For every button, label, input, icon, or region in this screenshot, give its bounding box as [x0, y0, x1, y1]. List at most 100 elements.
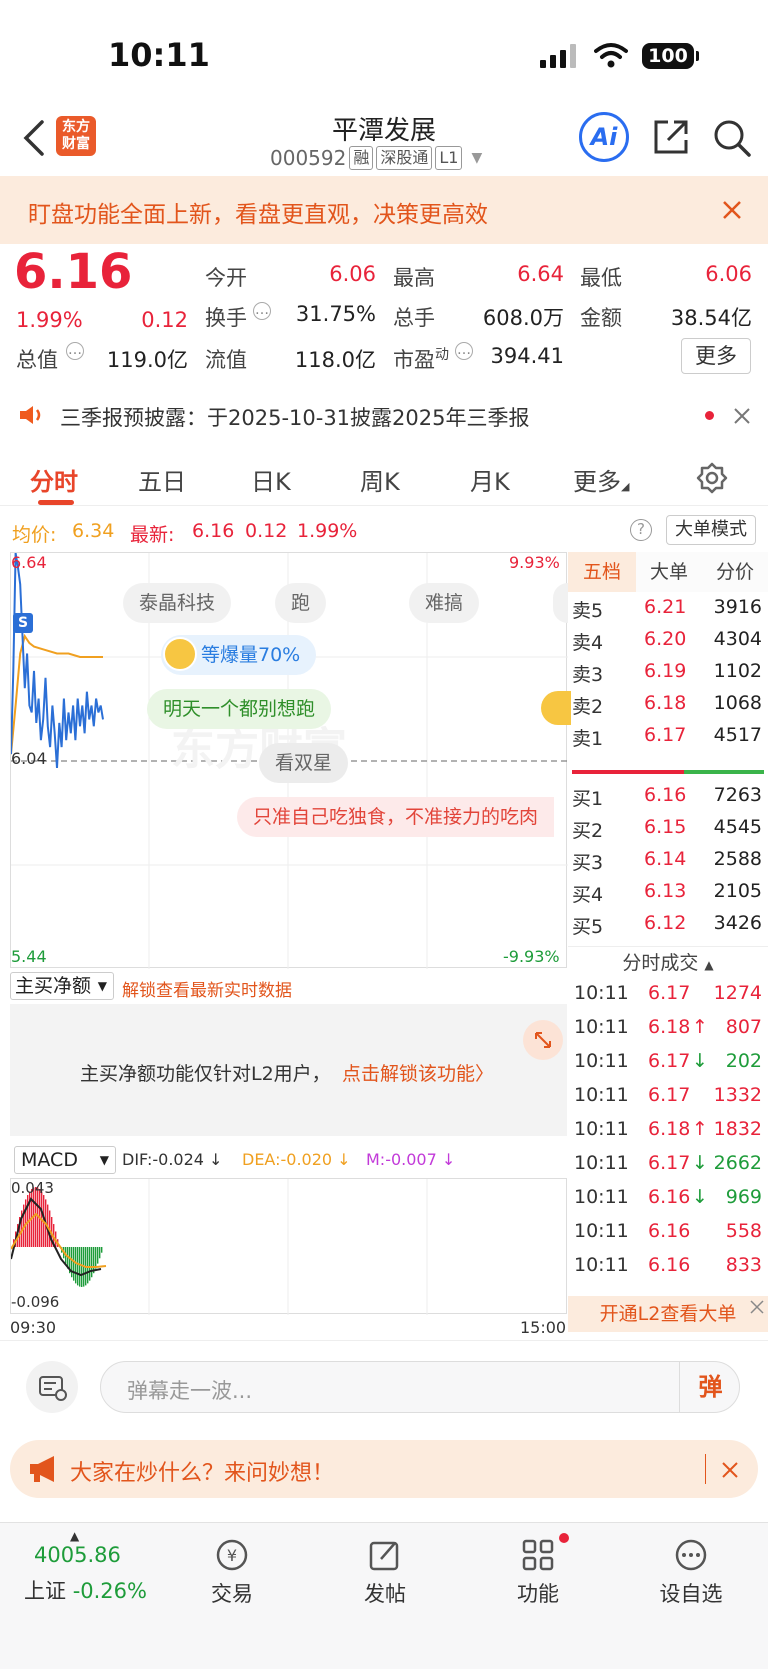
pe-value: 394.41 [490, 344, 564, 368]
bid-ratio-bar [684, 770, 764, 774]
help-icon[interactable]: ? [630, 519, 652, 541]
bid-cell: 6.14 [644, 848, 687, 870]
danmu-bubble-edge [553, 583, 568, 623]
open-value: 6.06 [329, 262, 376, 286]
close-icon[interactable] [722, 200, 742, 220]
banner-text: 盯盘功能全面上新，看盘更直观，决策更高效 [28, 202, 488, 228]
bid-cell: 2588 [713, 848, 762, 870]
nav-functions[interactable]: 功能 [483, 1533, 593, 1608]
danmu-send-button[interactable]: 弹 [679, 1362, 741, 1412]
macd-histogram-bar [101, 1247, 103, 1253]
svg-text:¥: ¥ [227, 1546, 237, 1565]
intraday-chart[interactable]: 东方财富 6.64 6.04 5.44 9.93% -9.93% S 泰晶科技 … [10, 552, 571, 969]
tab-monthly-k[interactable]: 月K [470, 462, 510, 497]
danmu-settings-icon[interactable] [26, 1361, 78, 1413]
latest-percent: 1.99% [297, 520, 358, 542]
expand-icon[interactable] [523, 1020, 563, 1060]
close-icon[interactable] [722, 1462, 738, 1478]
trade-cell: 10:11 [574, 1050, 629, 1072]
pct-min-label: -9.93% [503, 947, 560, 966]
index-line[interactable]: 上证 -0.26% [24, 1575, 147, 1605]
ask-row: 卖1 6.17 4517 [568, 722, 768, 754]
macd-top-label: 0.043 [11, 1179, 54, 1197]
pe-sup: 动 [435, 347, 449, 363]
mktcap-value: 119.0亿 [106, 348, 188, 372]
netbuy-locked-area: 主买净额功能仅针对L2用户， 点击解锁该功能〉 [10, 1004, 567, 1136]
avatar [163, 637, 197, 671]
l2-upgrade-button[interactable]: 开通L2查看大单 [568, 1296, 768, 1332]
ask-banner[interactable]: 大家在炒什么？来问妙想！ [10, 1440, 758, 1498]
trade-cell: ↓ [692, 1186, 708, 1208]
macd-chart[interactable]: 0.043 -0.096 [10, 1178, 567, 1315]
share-icon[interactable] [652, 118, 690, 156]
trade-cell: 6.16 [648, 1220, 691, 1242]
battery-icon: 100 [642, 43, 699, 69]
nav-add-watchlist[interactable]: 设自选 [636, 1537, 746, 1608]
ask-cell: 1102 [713, 660, 762, 682]
info-icon[interactable]: … [66, 342, 84, 360]
more-button[interactable]: 更多 [681, 338, 751, 374]
tab-price-dist[interactable]: 分价 [702, 552, 768, 592]
trade-row: 10:11 6.16 833 [568, 1252, 768, 1284]
macd-bottom-label: -0.096 [11, 1293, 60, 1311]
feature-banner[interactable]: 盯盘功能全面上新，看盘更直观，决策更高效 [0, 176, 768, 244]
trade-cell: 10:11 [574, 1084, 629, 1106]
tab-big-orders[interactable]: 大单 [636, 552, 702, 592]
macd-selector[interactable]: MACD ▼ [14, 1146, 116, 1174]
trade-cell: 6.18 [648, 1118, 691, 1140]
avg-label: 均价: [12, 524, 57, 546]
orderbook-tabs: 五档 大单 分价 [568, 552, 768, 592]
index-value[interactable]: 4005.86 [34, 1543, 121, 1567]
tab-indicator [38, 500, 74, 505]
ask-cell: 6.19 [644, 660, 687, 682]
bid-cell: 买2 [572, 820, 604, 842]
bid-cell: 6.13 [644, 880, 687, 902]
tab-five-day[interactable]: 五日 [138, 462, 186, 497]
macd-histogram-bar [99, 1247, 101, 1259]
y-min-label: 5.44 [11, 947, 47, 966]
turnover-value: 31.75% [295, 302, 376, 326]
high-label: 最高 [393, 266, 435, 290]
trade-cell: 1332 [713, 1084, 762, 1106]
tab-daily-k[interactable]: 日K [251, 462, 291, 497]
trade-row: 10:11 6.18 ↑ 807 [568, 1014, 768, 1046]
tab-more[interactable]: 更多◢ [573, 462, 629, 497]
trades-title[interactable]: 分时成交 ▲ [568, 946, 768, 978]
macd-histogram-bar [95, 1247, 97, 1269]
netbuy-info: 主买净额功能仅针对L2用户， [80, 1063, 331, 1085]
danmu-input[interactable]: 弹幕走一波... 弹 [100, 1361, 740, 1413]
order-book: 五档 大单 分价 卖5 6.21 3916 卖4 6.20 4304 卖3 6.19 1102 卖… [568, 552, 768, 1332]
sell-marker[interactable]: S [13, 613, 33, 633]
netbuy-info-link[interactable]: 点击解锁该功能〉 [342, 1059, 494, 1086]
mktcap-label: 总值 [16, 348, 58, 372]
tab-weekly-k[interactable]: 周K [360, 462, 400, 497]
ask-cell: 卖3 [572, 664, 604, 686]
nav-trade[interactable]: ¥ 交易 [177, 1537, 287, 1608]
netbuy-selector[interactable]: 主买净额 ▼ [10, 972, 114, 1000]
ask-cell: 6.21 [644, 596, 687, 618]
big-order-mode-button[interactable]: 大单模式 [666, 515, 756, 545]
trade-cell: 1832 [713, 1118, 762, 1140]
notice-bar[interactable]: 三季报预披露：于2025-10-31披露2025年三季报 [0, 388, 768, 444]
more-dots-icon [675, 1539, 707, 1571]
bid-cell: 6.16 [644, 784, 687, 806]
time-start-label: 09:30 [10, 1318, 57, 1337]
tab-level5[interactable]: 五档 [568, 552, 636, 592]
close-icon[interactable] [734, 408, 750, 424]
settings-icon[interactable] [696, 462, 728, 494]
tab-intraday[interactable]: 分时 [30, 462, 78, 497]
netbuy-unlock-link[interactable]: 解锁查看最新实时数据 [122, 976, 292, 1001]
search-icon[interactable] [712, 118, 752, 158]
info-icon[interactable]: … [253, 302, 271, 320]
macd-histogram-bar [75, 1247, 77, 1284]
nav-post[interactable]: 发帖 [330, 1537, 440, 1608]
trade-cell: 6.16 [648, 1254, 691, 1276]
macd-histogram-bar [93, 1247, 95, 1274]
bid-row: 买4 6.13 2105 [568, 878, 768, 910]
ai-button[interactable]: Ai [579, 112, 629, 162]
macd-panel: MACD ▼ DIF:-0.024 ↓ DEA:-0.020 ↓ M:-0.007… [10, 1142, 567, 1342]
danmu-bubble: 看双星 [259, 743, 349, 783]
stock-code-line[interactable]: 000592 融 深股通 L1 ▼ [270, 146, 482, 170]
close-icon[interactable] [750, 1300, 764, 1314]
trade-cell: 6.17 [648, 1152, 691, 1174]
